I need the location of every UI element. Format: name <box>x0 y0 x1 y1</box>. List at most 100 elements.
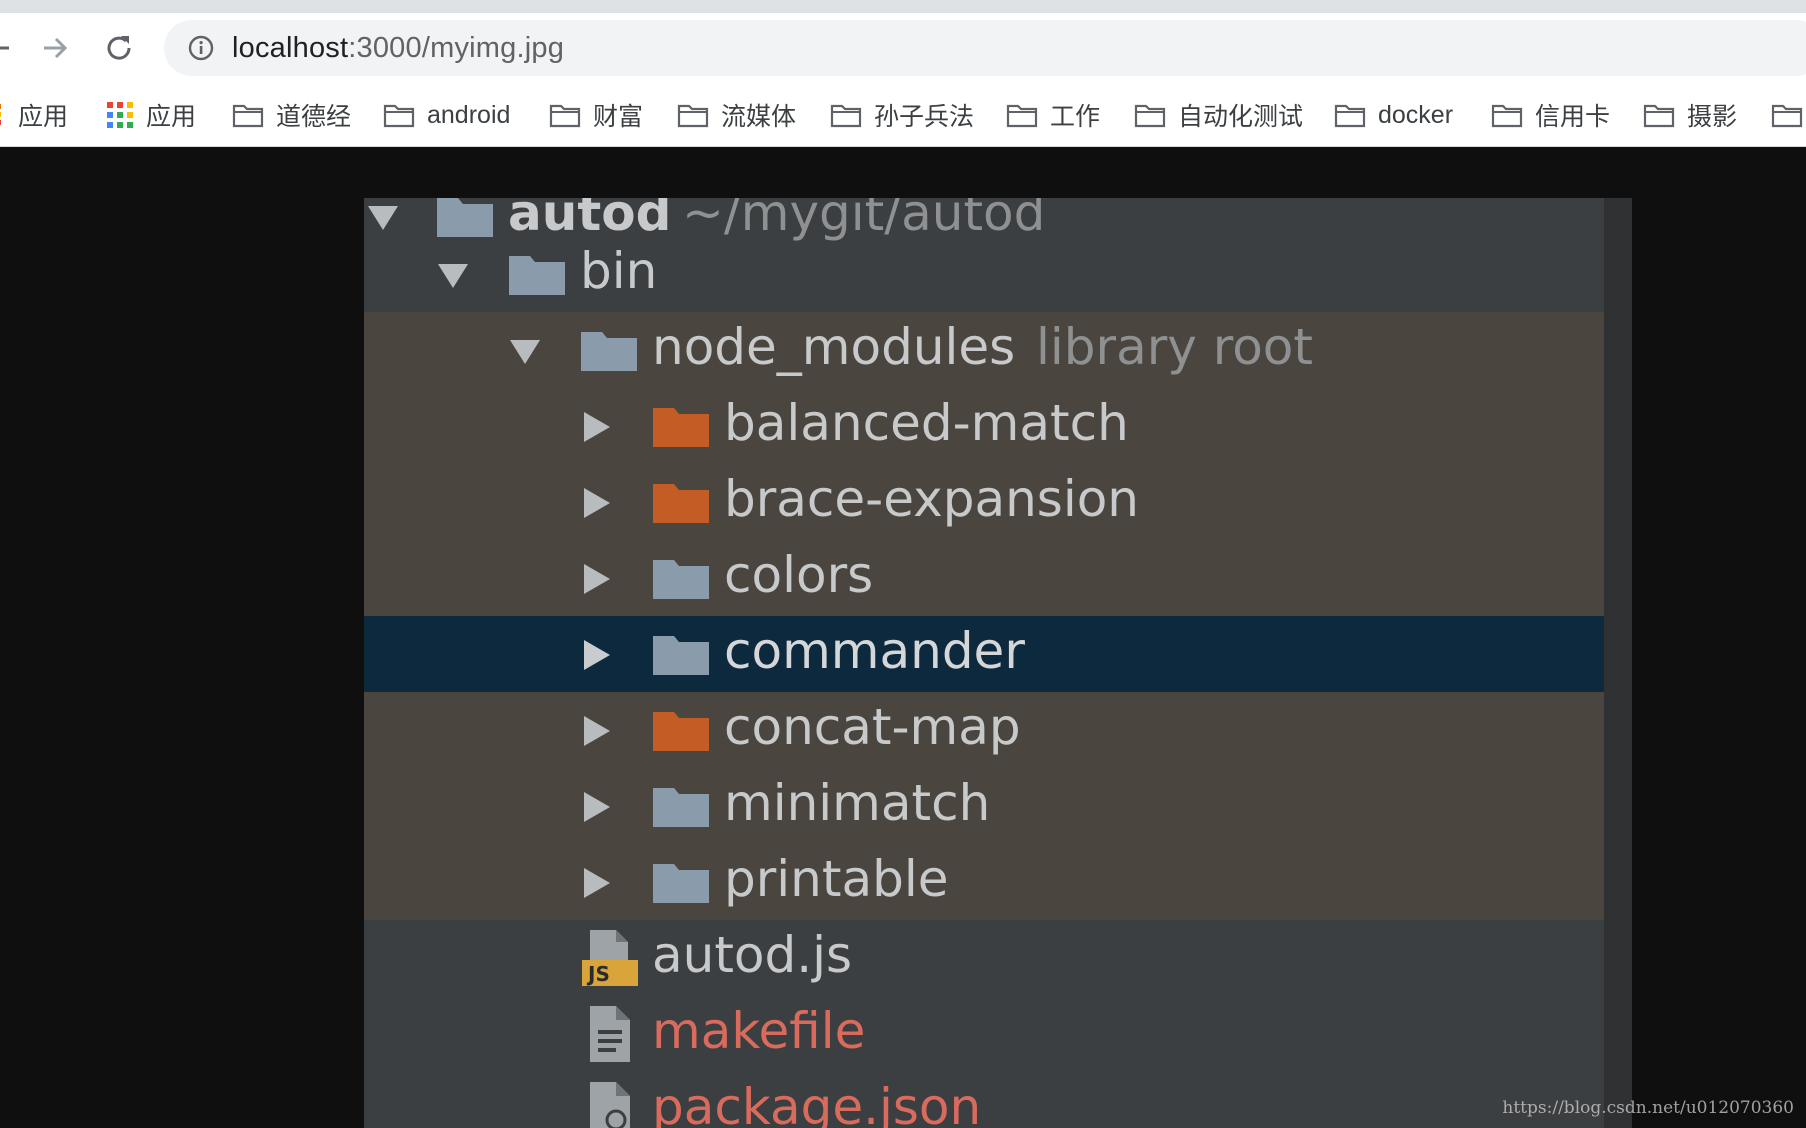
module-name: brace-expansion <box>724 470 1139 528</box>
tree-row-node-modules[interactable]: node_modules library root <box>364 312 1604 388</box>
folder-icon <box>653 484 709 523</box>
file-name: makefile <box>652 1002 866 1060</box>
project-tree-screenshot: autod ~/mygit/autod bin node_modules lib… <box>364 198 1632 1128</box>
module-name: balanced-match <box>724 394 1129 452</box>
tree-row-bin[interactable]: bin <box>364 236 1604 312</box>
bookmark-folder[interactable]: 流媒体 <box>677 96 796 134</box>
tree-row-module-selected[interactable]: commander <box>364 616 1604 692</box>
site-info-icon[interactable] <box>186 33 216 63</box>
tree-row-module[interactable]: minimatch <box>364 768 1604 844</box>
expanded-arrow-icon <box>510 340 540 364</box>
folder-name: bin <box>580 242 658 300</box>
folder-icon <box>1643 104 1675 128</box>
bookmark-folder[interactable]: 信用卡 <box>1491 96 1610 134</box>
folder-name: node_modules <box>652 318 1016 376</box>
folder-icon <box>1134 104 1166 128</box>
bookmark-folder[interactable]: 财富 <box>549 96 643 134</box>
module-name: concat-map <box>724 698 1021 756</box>
folder-icon <box>232 104 264 128</box>
collapsed-arrow-icon <box>584 564 610 594</box>
bookmark-label: android <box>427 100 511 129</box>
url-host: localhost <box>232 31 349 64</box>
tree-row-module[interactable]: concat-map <box>364 692 1604 768</box>
bookmark-apps[interactable]: 应用 <box>0 96 68 134</box>
folder-icon <box>677 104 709 128</box>
folder-icon <box>549 104 581 128</box>
bookmark-folder[interactable]: 自动化测试 <box>1134 96 1303 134</box>
collapsed-arrow-icon <box>584 488 610 518</box>
bookmark-label: 自动化测试 <box>1178 103 1304 131</box>
watermark: https://blog.csdn.net/u012070360 <box>1502 1098 1794 1118</box>
bookmarks-bar: 应用 应用 道德经 android 财富 流媒体 孙子兵法 工作 自动化测试 d… <box>0 83 1806 147</box>
folder-icon <box>383 104 415 128</box>
js-file-icon: JS <box>582 930 638 986</box>
image-viewer: autod ~/mygit/autod bin node_modules lib… <box>0 148 1806 1128</box>
bookmark-label: 孙子兵法 <box>874 103 975 131</box>
bookmark-label: 摄影 <box>1687 103 1738 131</box>
expanded-arrow-icon <box>438 264 468 288</box>
folder-icon <box>509 256 565 295</box>
bookmark-label: 财富 <box>593 103 644 131</box>
bookmark-folder[interactable]: 孙子兵法 <box>830 96 974 134</box>
bookmark-label: 应用 <box>18 103 69 131</box>
collapsed-arrow-icon <box>584 640 610 670</box>
text-file-icon <box>590 1006 630 1062</box>
collapsed-arrow-icon <box>584 868 610 898</box>
bookmark-folder[interactable]: 工作 <box>1006 96 1100 134</box>
folder-icon <box>653 712 709 751</box>
forward-arrow-icon <box>44 37 68 59</box>
browser-toolbar: localhost:3000/myimg.jpg <box>0 13 1806 83</box>
bookmark-folder[interactable]: 摄影 <box>1643 96 1737 134</box>
bookmark-label: docker <box>1378 100 1454 129</box>
folder-icon <box>1491 104 1523 128</box>
folder-icon <box>653 864 709 903</box>
svg-text:JS: JS <box>586 962 610 986</box>
folder-icon <box>653 636 709 675</box>
file-name: package.json <box>652 1078 982 1128</box>
bookmark-folder-overflow[interactable] <box>1771 96 1803 134</box>
library-root-hint: library root <box>1036 318 1314 376</box>
apps-grid-icon <box>107 102 133 128</box>
folder-icon <box>1771 104 1803 128</box>
tree-row-file[interactable]: makefile <box>364 996 1604 1072</box>
module-name: minimatch <box>724 774 991 832</box>
collapsed-arrow-icon <box>584 716 610 746</box>
tree-row-module[interactable]: colors <box>364 540 1604 616</box>
bookmark-folder[interactable]: android <box>383 96 510 134</box>
collapsed-arrow-icon <box>584 792 610 822</box>
bookmark-label: 道德经 <box>276 103 352 131</box>
module-folder-icon <box>437 198 493 237</box>
bookmark-label: 应用 <box>146 103 197 131</box>
forward-button[interactable] <box>35 28 75 68</box>
json-file-icon <box>590 1082 630 1128</box>
expanded-arrow-icon <box>368 206 398 230</box>
folder-icon <box>1334 104 1366 128</box>
tab-strip <box>0 0 1806 13</box>
bookmark-label: 信用卡 <box>1535 103 1611 131</box>
bookmark-folder[interactable]: 道德经 <box>232 96 351 134</box>
url-text[interactable]: localhost:3000/myimg.jpg <box>232 32 564 65</box>
back-arrow-icon <box>0 46 9 50</box>
tree-row-file[interactable]: package.json <box>364 1072 1604 1128</box>
tree-row-module[interactable]: balanced-match <box>364 388 1604 464</box>
scrollbar-gutter <box>1604 198 1632 1128</box>
reload-button[interactable] <box>99 28 139 68</box>
file-name: autod.js <box>652 926 853 984</box>
tree-row-file[interactable]: JS autod.js <box>364 920 1604 996</box>
collapsed-arrow-icon <box>584 412 610 442</box>
bookmark-folder[interactable]: docker <box>1334 96 1453 134</box>
apps-icon <box>0 104 1 125</box>
module-name: printable <box>724 850 949 908</box>
folder-icon <box>1006 104 1038 128</box>
reload-icon <box>107 36 131 60</box>
bookmark-apps-2[interactable]: 应用 <box>106 96 196 134</box>
folder-icon <box>581 332 637 371</box>
folder-icon <box>653 408 709 447</box>
back-button[interactable] <box>0 28 18 68</box>
address-bar[interactable]: localhost:3000/myimg.jpg <box>164 20 1806 76</box>
bookmark-label: 流媒体 <box>721 103 797 131</box>
tree-row-module[interactable]: printable <box>364 844 1604 920</box>
module-name: commander <box>724 622 1025 680</box>
url-path: :3000/myimg.jpg <box>348 31 565 64</box>
tree-row-module[interactable]: brace-expansion <box>364 464 1604 540</box>
